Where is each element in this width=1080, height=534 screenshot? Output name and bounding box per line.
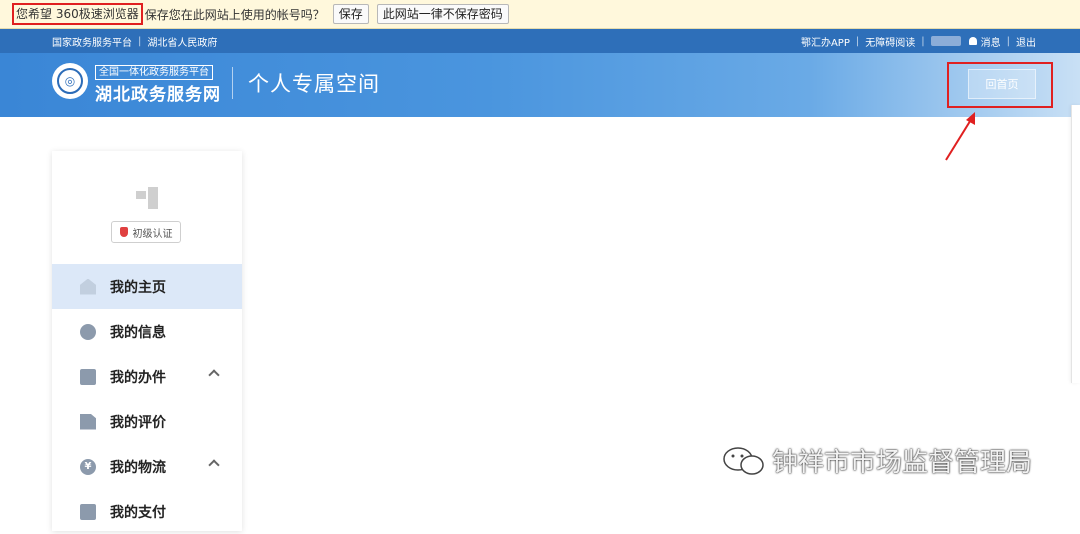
wechat-watermark: 钟祥市市场监督管理局: [720, 442, 1032, 479]
sidebar-item-my-payment[interactable]: 我的支付: [52, 489, 242, 534]
yen-icon: ¥: [80, 458, 96, 475]
right-edge-panel[interactable]: [1071, 105, 1080, 383]
logo-emblem-icon: ◎: [57, 68, 83, 94]
sidebar-item-label: 我的物流: [110, 459, 166, 476]
home-icon: [80, 278, 96, 295]
back-to-home-button[interactable]: 回首页: [968, 69, 1036, 99]
user-sidebar: 初级认证 我的主页 我的信息 我的办件 我的评价 ¥ 我的物流 我的支付: [52, 151, 242, 531]
browser-name-highlight: 您希望 360极速浏览器: [12, 3, 143, 25]
nav-app-link[interactable]: 鄂汇办APP: [801, 34, 850, 49]
nav-logout[interactable]: 退出: [1016, 34, 1036, 49]
chevron-up-icon[interactable]: [208, 459, 220, 471]
sidebar-item-label: 我的信息: [110, 324, 166, 341]
top-nav: 国家政务服务平台 | 湖北省人民政府 鄂汇办APP | 无障碍阅读 | 消息 |…: [0, 29, 1080, 53]
brand-title: 湖北政务服务网: [95, 85, 221, 105]
user-name-blurred[interactable]: [930, 36, 961, 46]
watermark-text: 钟祥市市场监督管理局: [772, 448, 1033, 478]
page-title: 个人专属空间: [248, 72, 380, 96]
sidebar-item-my-evaluation[interactable]: 我的评价: [52, 399, 242, 444]
nav-link-hubei-government[interactable]: 湖北省人民政府: [147, 34, 217, 49]
sidebar-item-my-cases[interactable]: 我的办件: [52, 354, 242, 399]
certification-badge[interactable]: 初级认证: [111, 221, 181, 243]
avatar: [136, 187, 160, 209]
sidebar-item-label: 我的评价: [110, 414, 166, 431]
sidebar-item-homepage[interactable]: 我的主页: [52, 264, 242, 309]
evaluation-icon: [80, 413, 96, 430]
sidebar-item-label: 我的支付: [110, 504, 166, 521]
sidebar-menu: 我的主页 我的信息 我的办件 我的评价 ¥ 我的物流 我的支付: [52, 264, 242, 534]
nav-accessible-reading[interactable]: 无障碍阅读: [865, 34, 915, 49]
chevron-up-icon[interactable]: [208, 369, 220, 381]
document-icon: [80, 368, 96, 385]
nav-separator: |: [138, 35, 142, 47]
nav-separator: |: [1006, 35, 1010, 47]
annotation-arrow-icon: [945, 112, 975, 161]
nav-separator: |: [921, 35, 925, 47]
password-save-bar: 您希望 360极速浏览器 保存您在此网站上使用的帐号吗？ 保存 此网站一律不保存…: [0, 0, 1080, 29]
sidebar-item-my-info[interactable]: 我的信息: [52, 309, 242, 354]
sidebar-item-label: 我的主页: [110, 279, 166, 296]
nav-separator: |: [855, 35, 860, 47]
header-divider: [232, 67, 233, 99]
bell-icon: [968, 37, 977, 45]
shield-icon: [119, 227, 128, 237]
header-banner: ◎ 全国一体化政务服务平台 湖北政务服务网 个人专属空间 回首页: [0, 53, 1080, 117]
password-prompt-text: 保存您在此网站上使用的帐号吗？: [144, 7, 325, 22]
sidebar-item-label: 我的办件: [110, 369, 166, 386]
payment-icon: [80, 503, 96, 520]
wechat-icon: [723, 446, 764, 475]
message-icon: [80, 323, 96, 340]
certification-label: 初级认证: [132, 228, 173, 240]
sidebar-item-my-logistics[interactable]: ¥ 我的物流: [52, 444, 242, 489]
site-logo[interactable]: ◎: [52, 63, 88, 99]
brand-subtitle: 全国一体化政务服务平台: [95, 65, 213, 80]
save-password-button[interactable]: 保存: [332, 4, 369, 24]
nav-messages[interactable]: 消息: [981, 34, 1001, 49]
never-save-password-button[interactable]: 此网站一律不保存密码: [376, 4, 509, 24]
nav-link-national-platform[interactable]: 国家政务服务平台: [52, 34, 132, 49]
